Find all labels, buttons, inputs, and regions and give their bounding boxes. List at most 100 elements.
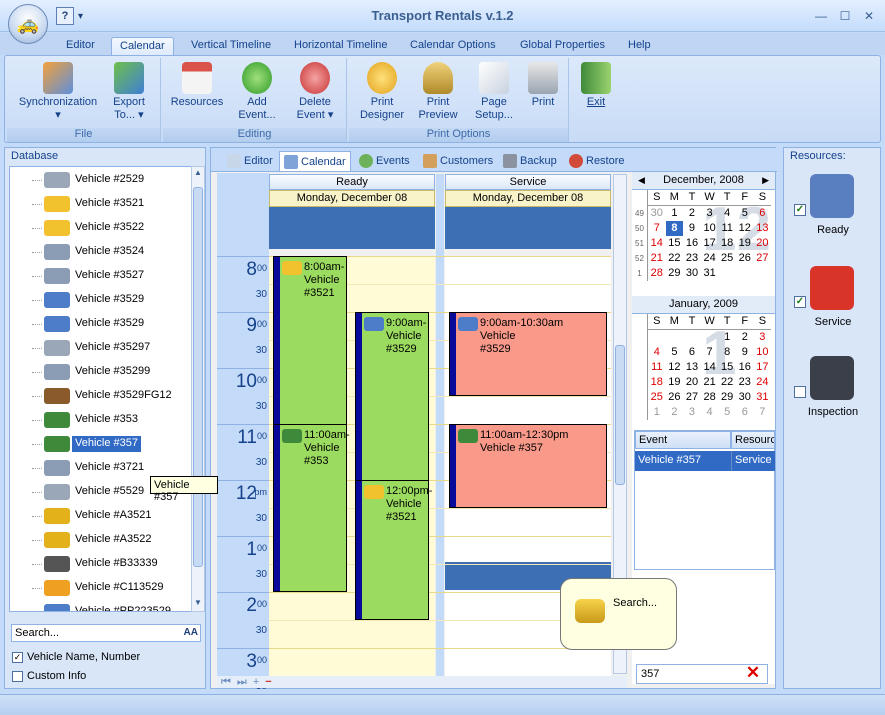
scroll-down-icon[interactable]: ▼ [193, 598, 203, 610]
calendar-day[interactable]: 7 [701, 345, 719, 360]
calendar-day[interactable]: 25 [718, 251, 736, 266]
print-preview-button[interactable]: Print Preview [411, 62, 465, 122]
service-all-day-area[interactable] [445, 207, 611, 249]
calendar-day[interactable]: 7 [648, 221, 666, 236]
list-item[interactable]: Vehicle #B33339 [10, 553, 192, 575]
scroll-up-icon[interactable]: ▲ [193, 168, 203, 180]
calendar-day[interactable]: 5 [666, 345, 684, 360]
list-item[interactable]: Vehicle #3524 [10, 241, 192, 263]
calendar-day[interactable]: 30 [683, 266, 701, 281]
event-resource-cell[interactable]: Service [731, 451, 775, 471]
calendar-day[interactable]: 4 [648, 345, 666, 360]
calendar-day[interactable]: 12 [736, 221, 754, 236]
page-setup-button[interactable]: Page Setup... [467, 62, 521, 122]
vehicle-search-input[interactable]: Search... AA [11, 624, 201, 642]
calendar-day[interactable]: 11 [718, 221, 736, 236]
list-item[interactable]: Vehicle #35297 [10, 337, 192, 359]
list-item[interactable]: Vehicle #3529 [10, 289, 192, 311]
calendar-day[interactable]: 19 [666, 375, 684, 390]
calendar-day[interactable]: 10 [754, 345, 772, 360]
view-tab-events[interactable]: Events [355, 151, 414, 171]
list-item[interactable]: Vehicle #A3522 [10, 529, 192, 551]
calendar-day[interactable]: 13 [683, 360, 701, 375]
calendar-day[interactable]: 20 [683, 375, 701, 390]
resource-checkbox[interactable]: ✓ [794, 204, 806, 216]
calendar-day[interactable]: 4 [718, 206, 736, 221]
event-column-header[interactable]: Event [635, 431, 731, 449]
calendar-day[interactable] [754, 266, 772, 281]
calendar-day[interactable]: 1 [648, 405, 666, 420]
calendar-day[interactable]: 20 [754, 236, 772, 251]
calendar-day[interactable]: 7 [754, 405, 772, 420]
ready-all-day-area[interactable] [269, 207, 435, 249]
calendar-scroll-thumb[interactable] [615, 345, 625, 485]
calendar-day[interactable]: 12 [666, 360, 684, 375]
tab-global-properties[interactable]: Global Properties [512, 37, 613, 57]
calendar-day[interactable]: 27 [683, 390, 701, 405]
view-tab-customers[interactable]: Customers [419, 151, 497, 171]
calendar-day[interactable]: 6 [683, 345, 701, 360]
next-month-icon[interactable]: ▶ [762, 172, 769, 189]
calendar-day[interactable] [666, 330, 684, 345]
add-record-icon[interactable]: + [253, 676, 259, 688]
calendar-day[interactable]: 29 [666, 266, 684, 281]
maximize-button[interactable]: ☐ [836, 8, 854, 24]
calendar-day[interactable] [701, 330, 719, 345]
close-button[interactable]: ✕ [860, 8, 878, 24]
event-result-cell[interactable]: Vehicle #357 [635, 451, 731, 471]
calendar-day[interactable]: 9 [736, 345, 754, 360]
remove-record-icon[interactable]: − [265, 676, 271, 688]
vehicle-list-scrollbar[interactable]: ▲ ▼ [191, 166, 205, 612]
appointment[interactable]: 9:00am-10:30am Vehicle #3529 [449, 312, 607, 396]
calendar-day[interactable]: 15 [718, 360, 736, 375]
resource-checkbox[interactable] [794, 386, 806, 398]
view-tab-backup[interactable]: Backup [499, 151, 561, 171]
calendar-day[interactable]: 22 [666, 251, 684, 266]
resource-checkbox[interactable]: ✓ [794, 296, 806, 308]
list-item[interactable]: Vehicle #353 [10, 409, 192, 431]
view-tab-calendar[interactable]: Calendar [279, 151, 351, 171]
calendar-day[interactable]: 26 [666, 390, 684, 405]
appointment[interactable]: 11:00am-12:30pm Vehicle #357 [449, 424, 607, 508]
calendar-day[interactable]: 11 [648, 360, 666, 375]
calendar-day[interactable]: 27 [754, 251, 772, 266]
print-button[interactable]: Print [521, 62, 565, 109]
tab-editor[interactable]: Editor [58, 37, 103, 57]
tab-calendar[interactable]: Calendar [111, 37, 174, 57]
scrollbar-thumb[interactable] [193, 187, 203, 567]
toolbox-icon[interactable] [810, 266, 854, 310]
calendar-day[interactable]: 28 [648, 266, 666, 281]
calendar-day[interactable]: 10 [701, 221, 719, 236]
exit-button[interactable]: Exit [575, 62, 617, 109]
calendar-day[interactable]: 18 [648, 375, 666, 390]
calendar-day[interactable]: 29 [718, 390, 736, 405]
appointment[interactable]: 12:00pm- Vehicle #3521 [355, 480, 432, 620]
calendar-day[interactable]: 24 [754, 375, 772, 390]
list-item[interactable]: Vehicle #3521 [10, 193, 192, 215]
inspector-icon[interactable] [810, 356, 854, 400]
tab-calendar-options[interactable]: Calendar Options [402, 37, 504, 57]
calendar-day[interactable]: 6 [736, 405, 754, 420]
list-item[interactable]: Vehicle #3529 [10, 313, 192, 335]
list-item[interactable]: Vehicle #3522 [10, 217, 192, 239]
custom-info-checkbox[interactable] [12, 671, 23, 682]
export-button[interactable]: Export To... ▾ [107, 62, 151, 122]
list-item[interactable]: Vehicle #3527 [10, 265, 192, 287]
calendar-day[interactable]: 18 [718, 236, 736, 251]
calendar-day[interactable]: 24 [701, 251, 719, 266]
appointment[interactable]: 11:00am- Vehicle #353 [273, 424, 350, 592]
calendar-day[interactable]: 30 [736, 390, 754, 405]
calendar-day[interactable] [718, 266, 736, 281]
calendar-day[interactable]: 1 [718, 330, 736, 345]
resources-button[interactable]: Resources [169, 62, 225, 109]
qat-dropdown-icon[interactable]: ▾ [78, 11, 83, 22]
calendar-day[interactable]: 13 [754, 221, 772, 236]
calendar-day[interactable]: 15 [666, 236, 684, 251]
tab-horizontal-timeline[interactable]: Horizontal Timeline [286, 37, 396, 57]
view-tab-restore[interactable]: Restore [565, 151, 629, 171]
calendar-day[interactable]: 1 [666, 206, 684, 221]
calendar-day[interactable]: 3 [701, 206, 719, 221]
resource-column-header[interactable]: Resource [731, 431, 775, 449]
list-item[interactable]: Vehicle #357 [10, 433, 192, 455]
calendar-day[interactable]: 16 [736, 360, 754, 375]
